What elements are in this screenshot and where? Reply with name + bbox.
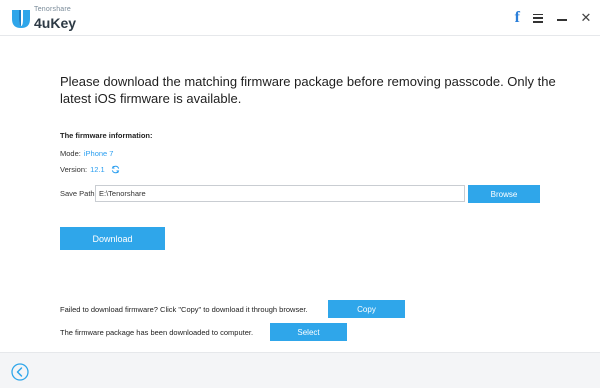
browse-button[interactable]: Browse [468,185,540,203]
already-downloaded-hint: The firmware package has been downloaded… [60,328,254,337]
mode-value: iPhone 7 [83,149,114,158]
version-label: Version: [60,165,88,174]
save-path-label: Save Path: [60,189,97,198]
footer-bar [0,352,600,388]
menu-icon[interactable] [532,13,544,23]
page-headline: Please download the matching firmware pa… [60,74,556,106]
minimize-icon[interactable] [556,15,568,21]
back-arrow-icon[interactable] [11,363,29,381]
mode-row: Mode: iPhone 7 [60,149,113,158]
version-row: Version: 12.1 [60,165,120,174]
select-button[interactable]: Select [270,323,347,341]
firmware-info-title: The firmware information: [60,131,153,140]
brand-company: Tenorshare [34,6,72,13]
mode-label: Mode: [60,149,81,158]
title-bar: Tenorshare 4uKey f ✕ [0,0,600,36]
facebook-icon[interactable]: f [515,10,520,26]
copy-button[interactable]: Copy [328,300,405,318]
download-failed-hint: Failed to download firmware? Click "Copy… [60,305,308,314]
refresh-icon[interactable] [111,165,120,174]
window-controls: f ✕ [515,10,592,26]
brand-name: 4uKey [34,15,77,31]
download-button[interactable]: Download [60,227,165,250]
close-icon[interactable]: ✕ [580,10,592,26]
4ukey-logo-icon [12,10,30,28]
save-path-input[interactable] [95,185,465,202]
version-value: 12.1 [90,165,105,174]
